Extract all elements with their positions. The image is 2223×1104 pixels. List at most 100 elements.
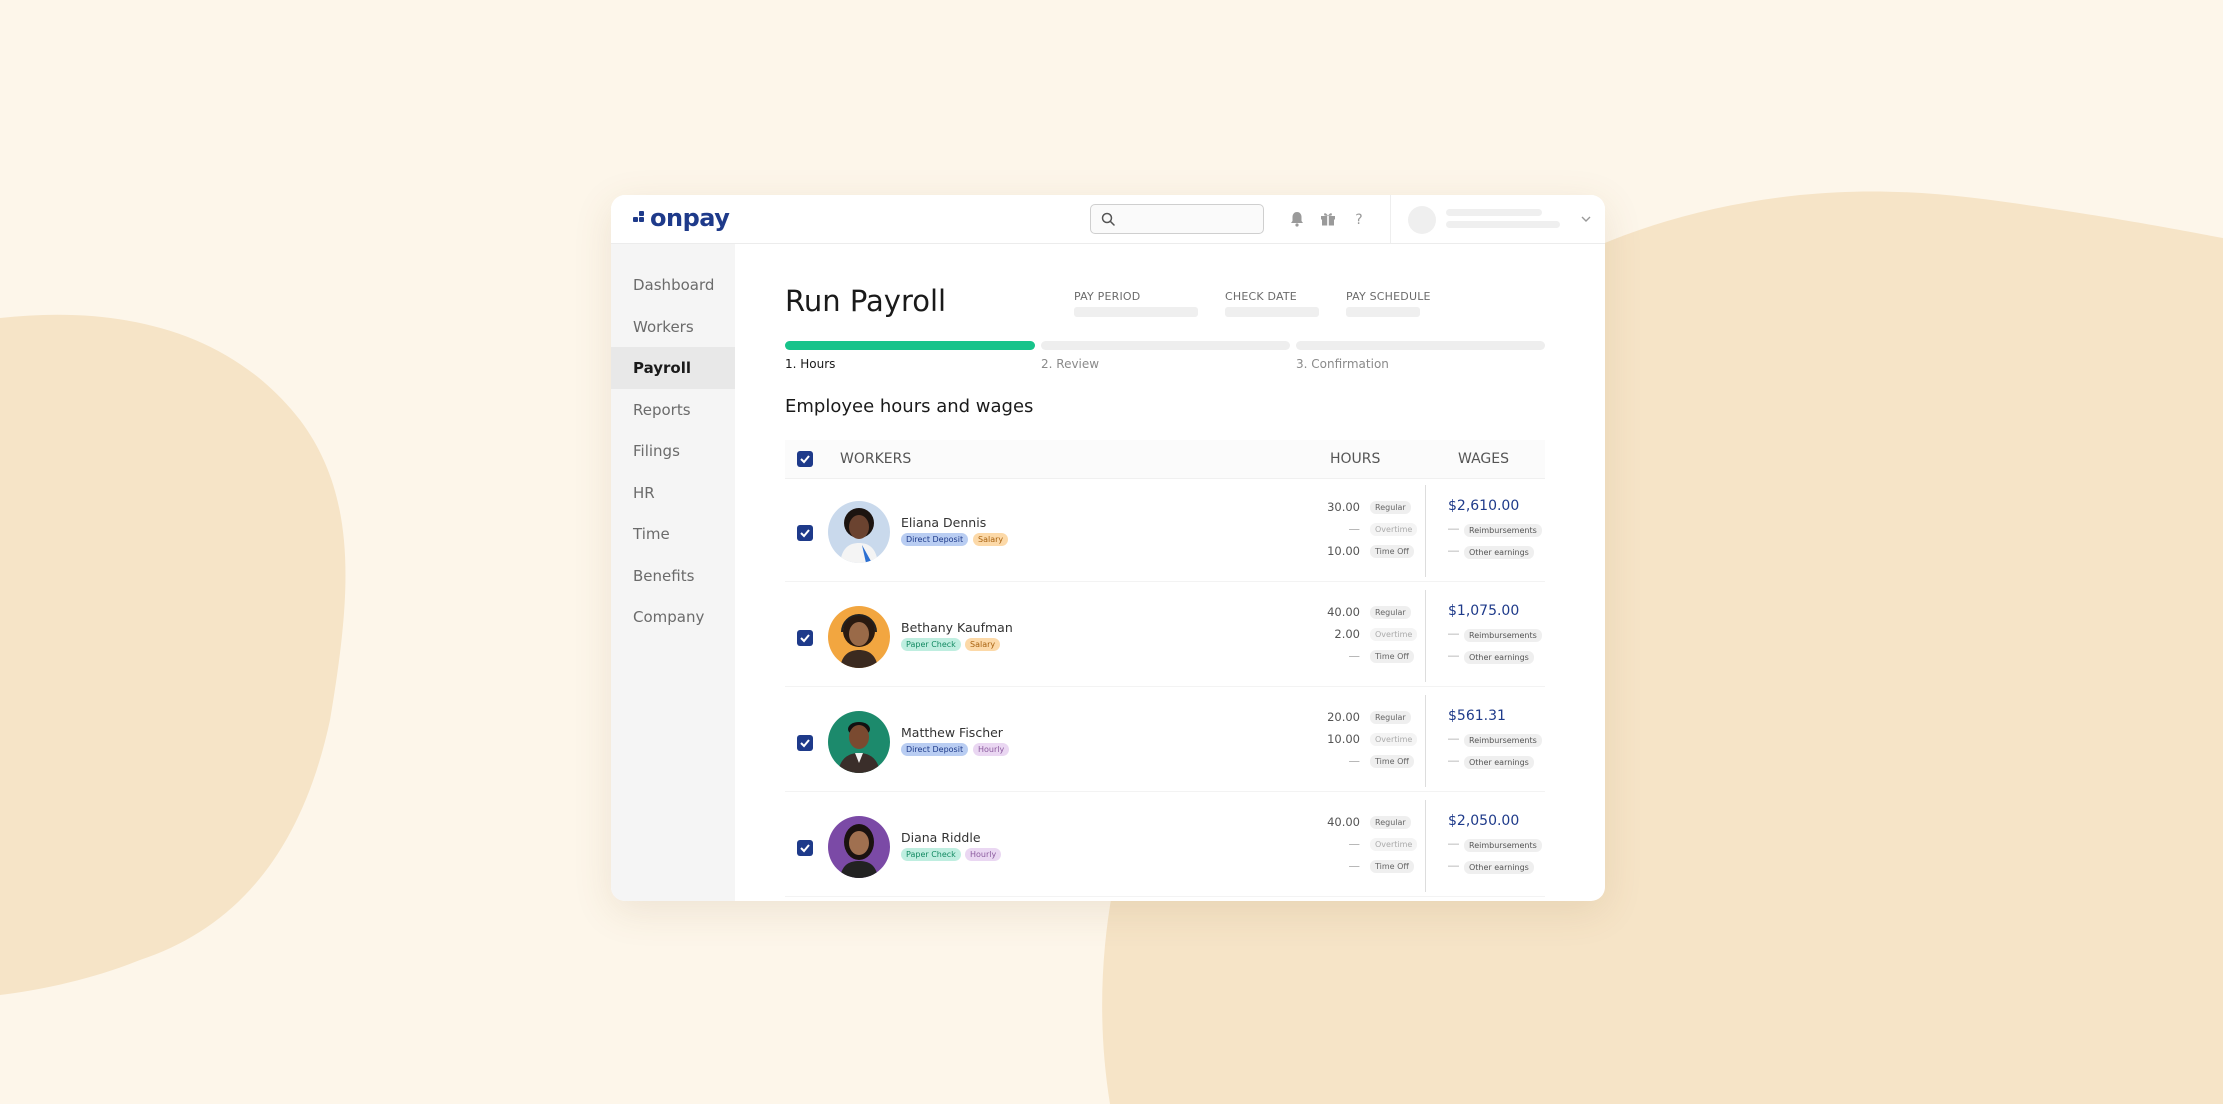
row-checkbox[interactable] bbox=[797, 840, 813, 856]
overtime-tag: Overtime bbox=[1370, 523, 1418, 536]
regular-tag: Regular bbox=[1370, 711, 1411, 724]
other-earnings-value[interactable]: — bbox=[1448, 650, 1459, 662]
section-title: Employee hours and wages bbox=[785, 396, 1034, 417]
sidebar-item-hr[interactable]: HR bbox=[611, 472, 735, 514]
onpay-logo[interactable]: onpay bbox=[633, 204, 730, 232]
row-checkbox[interactable] bbox=[797, 525, 813, 541]
time-off-hours[interactable]: — bbox=[1310, 649, 1361, 663]
time-off-tag: Time Off bbox=[1370, 650, 1414, 663]
employee-avatar bbox=[828, 711, 890, 773]
topbar-divider bbox=[1390, 195, 1391, 243]
bell-icon[interactable] bbox=[1287, 209, 1307, 229]
progress-step-2 bbox=[1041, 341, 1290, 350]
other-earnings-value[interactable]: — bbox=[1448, 860, 1459, 872]
check-date-value bbox=[1225, 307, 1319, 317]
sidebar-item-time[interactable]: Time bbox=[611, 513, 735, 555]
employee-avatar bbox=[828, 606, 890, 668]
search-input[interactable] bbox=[1090, 204, 1264, 234]
overtime-hours[interactable]: 10.00 bbox=[1310, 732, 1360, 746]
table-row[interactable]: Eliana Dennis Direct Deposit Salary 30.0… bbox=[785, 485, 1545, 582]
regular-hours[interactable]: 20.00 bbox=[1310, 710, 1360, 724]
regular-tag: Regular bbox=[1370, 606, 1411, 619]
reimbursements-tag: Reimbursements bbox=[1464, 524, 1542, 537]
regular-hours[interactable]: 40.00 bbox=[1310, 815, 1360, 829]
reimbursement-value[interactable]: — bbox=[1448, 838, 1459, 850]
payment-method-badge: Paper Check bbox=[901, 638, 961, 651]
main-content: Run Payroll PAY PERIOD CHECK DATE PAY SC… bbox=[735, 244, 1605, 901]
step-review-label[interactable]: 2. Review bbox=[1041, 357, 1099, 371]
sidebar-item-benefits[interactable]: Benefits bbox=[611, 555, 735, 597]
table-header: WORKERS HOURS WAGES bbox=[785, 440, 1545, 479]
check-icon bbox=[800, 634, 810, 643]
time-off-hours[interactable]: 10.00 bbox=[1310, 544, 1360, 558]
time-off-hours[interactable]: — bbox=[1310, 754, 1361, 768]
search-icon bbox=[1101, 212, 1115, 226]
regular-hours[interactable]: 40.00 bbox=[1310, 605, 1360, 619]
logo-text: onpay bbox=[650, 204, 730, 232]
row-checkbox[interactable] bbox=[797, 630, 813, 646]
employee-avatar bbox=[828, 816, 890, 878]
regular-tag: Regular bbox=[1370, 501, 1411, 514]
sidebar-item-workers[interactable]: Workers bbox=[611, 306, 735, 348]
reimbursements-tag: Reimbursements bbox=[1464, 629, 1542, 642]
payment-method-badge: Direct Deposit bbox=[901, 533, 969, 546]
other-earnings-tag: Other earnings bbox=[1464, 546, 1534, 559]
sidebar-item-filings[interactable]: Filings bbox=[611, 430, 735, 472]
user-avatar[interactable] bbox=[1408, 206, 1436, 234]
pay-schedule-label: PAY SCHEDULE bbox=[1346, 290, 1431, 303]
row-background bbox=[785, 695, 1545, 792]
time-off-tag: Time Off bbox=[1370, 755, 1414, 768]
pay-type-badge: Hourly bbox=[973, 743, 1010, 756]
table-row[interactable]: Matthew Fischer Direct Deposit Hourly 20… bbox=[785, 695, 1545, 792]
overtime-hours[interactable]: — bbox=[1310, 522, 1361, 536]
check-icon bbox=[800, 455, 810, 464]
other-earnings-value[interactable]: — bbox=[1448, 545, 1459, 557]
progress-step-1 bbox=[785, 341, 1035, 350]
step-confirmation-label[interactable]: 3. Confirmation bbox=[1296, 357, 1389, 371]
pay-type-badge: Hourly bbox=[965, 848, 1002, 861]
row-background bbox=[785, 800, 1545, 897]
sidebar-item-reports[interactable]: Reports bbox=[611, 389, 735, 431]
select-all-checkbox[interactable] bbox=[797, 451, 813, 467]
gift-icon[interactable] bbox=[1318, 209, 1338, 229]
sidebar: Dashboard Workers Payroll Reports Filing… bbox=[611, 244, 735, 901]
time-off-tag: Time Off bbox=[1370, 860, 1414, 873]
reimbursement-value[interactable]: — bbox=[1448, 733, 1459, 745]
row-background bbox=[785, 590, 1545, 687]
sidebar-item-dashboard[interactable]: Dashboard bbox=[611, 264, 735, 306]
pay-schedule-value bbox=[1346, 307, 1420, 317]
column-separator bbox=[1425, 485, 1426, 577]
regular-hours[interactable]: 30.00 bbox=[1310, 500, 1360, 514]
page-title: Run Payroll bbox=[785, 284, 947, 318]
app-window: onpay ? Dashboard Workers Payroll Report… bbox=[611, 195, 1605, 901]
overtime-hours[interactable]: — bbox=[1310, 837, 1361, 851]
reimbursement-value[interactable]: — bbox=[1448, 628, 1459, 640]
other-earnings-value[interactable]: — bbox=[1448, 755, 1459, 767]
reimbursements-tag: Reimbursements bbox=[1464, 734, 1542, 747]
row-checkbox[interactable] bbox=[797, 735, 813, 751]
employee-name: Matthew Fischer bbox=[901, 725, 1003, 740]
wage-amount: $1,075.00 bbox=[1448, 603, 1520, 619]
other-earnings-tag: Other earnings bbox=[1464, 756, 1534, 769]
row-background bbox=[785, 485, 1545, 582]
chevron-down-icon[interactable] bbox=[1581, 215, 1591, 223]
sidebar-item-payroll[interactable]: Payroll bbox=[611, 347, 735, 389]
pay-type-badge: Salary bbox=[973, 533, 1009, 546]
reimbursement-value[interactable]: — bbox=[1448, 523, 1459, 535]
overtime-hours[interactable]: 2.00 bbox=[1310, 627, 1360, 641]
payment-method-badge: Paper Check bbox=[901, 848, 961, 861]
check-icon bbox=[800, 529, 810, 538]
help-icon[interactable]: ? bbox=[1349, 209, 1369, 229]
time-off-hours[interactable]: — bbox=[1310, 859, 1361, 873]
table-row[interactable]: Diana Riddle Paper Check Hourly 40.00 Re… bbox=[785, 800, 1545, 897]
regular-tag: Regular bbox=[1370, 816, 1411, 829]
table-row[interactable]: Bethany Kaufman Paper Check Salary 40.00… bbox=[785, 590, 1545, 687]
check-icon bbox=[800, 739, 810, 748]
reimbursements-tag: Reimbursements bbox=[1464, 839, 1542, 852]
step-hours-label[interactable]: 1. Hours bbox=[785, 357, 835, 371]
wage-amount: $2,610.00 bbox=[1448, 498, 1520, 514]
payment-method-badge: Direct Deposit bbox=[901, 743, 969, 756]
wages-column-header: WAGES bbox=[1458, 451, 1509, 467]
pay-type-badge: Salary bbox=[965, 638, 1001, 651]
sidebar-item-company[interactable]: Company bbox=[611, 596, 735, 638]
